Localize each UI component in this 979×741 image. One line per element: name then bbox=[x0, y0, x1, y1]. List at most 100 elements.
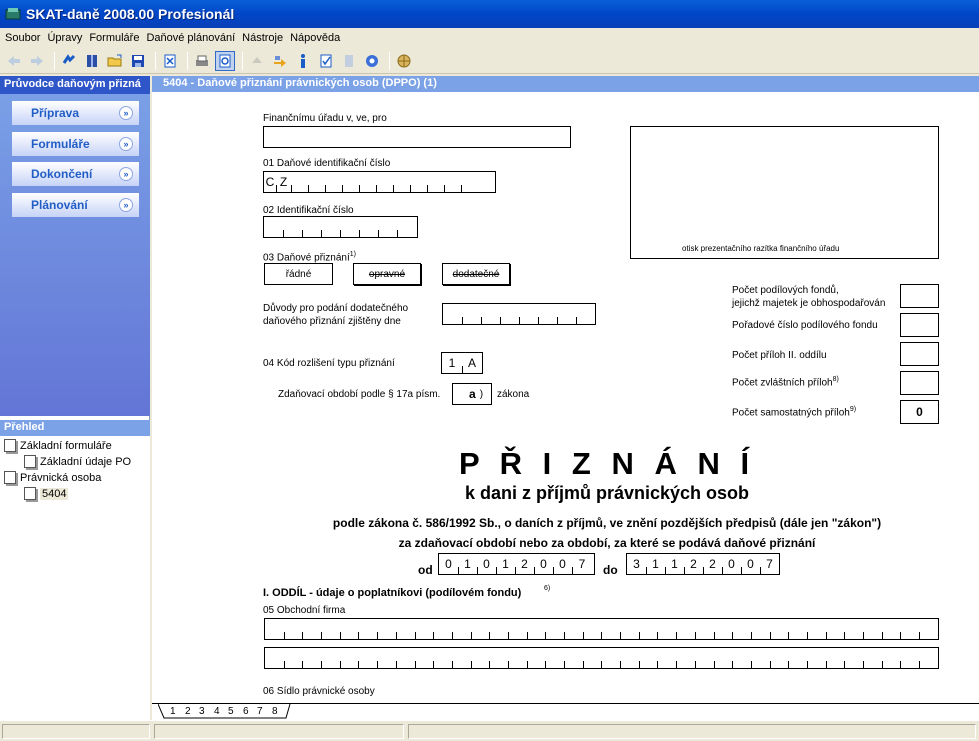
menu-nastroje[interactable]: Nástroje bbox=[239, 32, 286, 44]
tab-page-3[interactable]: 3 bbox=[199, 704, 205, 719]
duvody-label-line1: Důvody pro podání dodatečného bbox=[263, 303, 409, 314]
od-date-field[interactable]: 0 1 0 1 2 0 0 7 bbox=[438, 553, 595, 575]
menu-soubor[interactable]: Soubor bbox=[0, 32, 43, 44]
open-folder-icon[interactable] bbox=[105, 51, 125, 71]
zdanovaci-field[interactable]: a) bbox=[452, 383, 492, 405]
overview-panel: Přehled Základní formuláře Základní údaj… bbox=[0, 420, 150, 720]
pocet-samostatnych-priloh-label: Počet samostatných příloh9) bbox=[732, 406, 857, 419]
dic-field[interactable]: C Z bbox=[263, 171, 496, 193]
char-cell bbox=[564, 619, 583, 639]
char-cell bbox=[638, 619, 658, 639]
poradove-cislo-field[interactable] bbox=[900, 313, 939, 337]
priznani-opravne-option[interactable]: opravné bbox=[353, 263, 421, 285]
print-preview-icon[interactable] bbox=[215, 50, 235, 71]
char-cell bbox=[919, 619, 938, 639]
save-icon[interactable] bbox=[128, 51, 148, 71]
tab-page-2[interactable]: 2 bbox=[185, 704, 191, 719]
transfer-icon[interactable] bbox=[270, 51, 290, 71]
financni-urad-label: Finančnímu úřadu v, ve, pro bbox=[263, 113, 387, 124]
menu-danove-planovani[interactable]: Daňové plánování bbox=[143, 32, 238, 44]
obchodni-firma-field-line2[interactable] bbox=[264, 647, 939, 669]
back-arrow-icon[interactable] bbox=[4, 51, 24, 71]
menu-formulare[interactable]: Formuláře bbox=[86, 32, 142, 44]
obchodni-firma-field-line1[interactable] bbox=[264, 618, 939, 640]
tab-page-5[interactable]: 5 bbox=[228, 704, 234, 719]
priznani-radne-option[interactable]: řádné bbox=[264, 263, 333, 285]
check-document-icon[interactable] bbox=[316, 51, 336, 71]
pocet-priloh-ii-label: Počet příloh II. oddílu bbox=[732, 350, 827, 361]
char-cell bbox=[358, 619, 377, 639]
kod-char: A bbox=[462, 353, 482, 373]
toolbar bbox=[0, 48, 979, 74]
tab-page-6[interactable]: 6 bbox=[243, 704, 249, 719]
tab-page-8[interactable]: 8 bbox=[272, 704, 278, 719]
wizard-item-formulare[interactable]: Formuláře » bbox=[12, 132, 139, 156]
char-cell bbox=[806, 648, 826, 668]
char-cell bbox=[395, 619, 415, 639]
dic-char bbox=[410, 172, 427, 192]
tree-item-zakladni-udaje-po[interactable]: Základní údaje PO bbox=[24, 455, 131, 468]
char-cell bbox=[713, 648, 733, 668]
print-icon[interactable] bbox=[192, 51, 212, 71]
pocet-priloh-ii-field[interactable] bbox=[900, 342, 939, 366]
refresh-icon[interactable] bbox=[59, 51, 79, 71]
tree-item-5404[interactable]: 5404 bbox=[24, 487, 69, 500]
priznani-dodatecne-option[interactable]: dodatečné bbox=[442, 263, 510, 285]
wizard-item-label: Plánování bbox=[31, 198, 88, 212]
pocet-zvlastnich-priloh-field[interactable] bbox=[900, 371, 939, 395]
char-cell bbox=[358, 648, 377, 668]
char-cell bbox=[377, 619, 396, 639]
page-tab-bar: 1 2 3 4 5 6 7 8 bbox=[152, 703, 979, 720]
tab-page-7[interactable]: 7 bbox=[257, 704, 263, 719]
title-bar: SKAT-daně 2008.00 Profesionál bbox=[0, 0, 979, 28]
settings-icon[interactable] bbox=[362, 51, 382, 71]
menu-napoveda[interactable]: Nápověda bbox=[287, 32, 343, 44]
do-date-field[interactable]: 3 1 1 2 2 0 0 7 bbox=[626, 553, 780, 575]
chevron-down-icon[interactable]: » bbox=[119, 106, 133, 120]
tab-page-4[interactable]: 4 bbox=[214, 704, 220, 719]
book-icon[interactable] bbox=[82, 51, 102, 71]
info-icon[interactable] bbox=[293, 51, 313, 71]
wizard-item-dokonceni[interactable]: Dokončení » bbox=[12, 162, 139, 186]
char-cell bbox=[750, 619, 770, 639]
forward-arrow-icon[interactable] bbox=[27, 51, 47, 71]
status-bar bbox=[0, 720, 979, 741]
char-cell bbox=[769, 619, 789, 639]
close-document-icon[interactable] bbox=[160, 51, 180, 71]
char-cell bbox=[321, 648, 340, 668]
wizard-item-priprava[interactable]: Příprava » bbox=[12, 101, 139, 125]
char-cell bbox=[844, 648, 863, 668]
char-cell bbox=[470, 648, 490, 668]
dic-char: C bbox=[265, 175, 275, 189]
char-cell bbox=[470, 619, 490, 639]
globe-icon[interactable] bbox=[394, 51, 414, 71]
ic-label: 02 Identifikační číslo bbox=[263, 205, 354, 216]
menu-upravy[interactable]: Úpravy bbox=[44, 32, 85, 44]
ic-field[interactable] bbox=[263, 216, 418, 238]
tree-item-pravnicka-osoba[interactable]: Právnická osoba bbox=[4, 471, 101, 484]
zdanovaci-label: Zdaňovací období podle § 17a písm. bbox=[278, 389, 441, 400]
dic-char bbox=[427, 172, 444, 192]
list-icon[interactable] bbox=[339, 51, 359, 71]
duvody-label-line2: daňového přiznání zjištěny dne bbox=[263, 316, 401, 327]
duvody-date-field[interactable] bbox=[442, 303, 596, 325]
financni-urad-field[interactable] bbox=[263, 126, 571, 148]
form-icon bbox=[24, 455, 36, 468]
chevron-down-icon[interactable]: » bbox=[119, 198, 133, 212]
char-cell bbox=[732, 619, 751, 639]
tree-item-zakladni-formulare[interactable]: Základní formuláře bbox=[4, 439, 112, 452]
pocet-fondu-label-line1: Počet podílových fondů, bbox=[732, 285, 839, 296]
tab-page-1[interactable]: 1 bbox=[170, 704, 176, 719]
dic-char bbox=[393, 172, 410, 192]
wizard-item-planovani[interactable]: Plánování » bbox=[12, 193, 139, 217]
export-icon[interactable] bbox=[247, 51, 267, 71]
chevron-down-icon[interactable]: » bbox=[119, 167, 133, 181]
dic-char: Z bbox=[276, 172, 291, 192]
chevron-down-icon[interactable]: » bbox=[119, 137, 133, 151]
char-cell bbox=[283, 648, 303, 668]
kod-field[interactable]: 1 A bbox=[441, 352, 483, 374]
pocet-fondu-field[interactable] bbox=[900, 284, 939, 308]
pocet-samostatnych-priloh-field[interactable]: 0 bbox=[900, 400, 939, 424]
char-cell bbox=[302, 648, 321, 668]
dic-char bbox=[376, 172, 393, 192]
